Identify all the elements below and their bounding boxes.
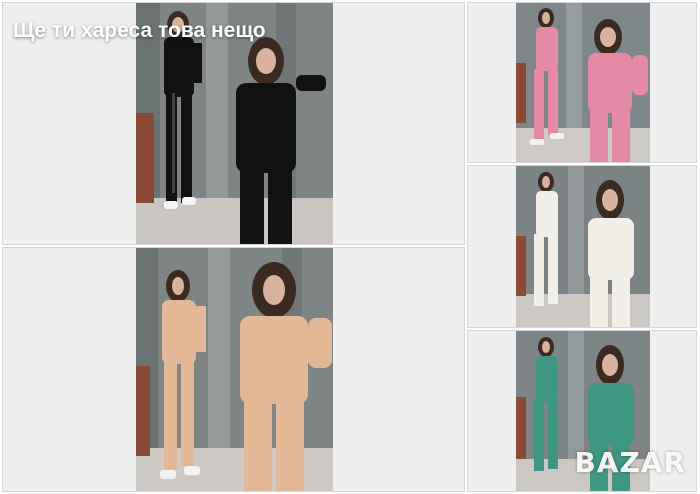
photo-white-tracksuit: [516, 166, 650, 327]
gallery-caption: Ще ти хареса това нещо: [13, 19, 266, 42]
photo-image: [516, 3, 650, 162]
gallery-photo-white[interactable]: [467, 165, 697, 328]
photo-image: [136, 248, 333, 491]
photo-image: [516, 166, 650, 327]
gallery-photo-green[interactable]: BAZAR: [467, 330, 697, 492]
photo-beige-tracksuit: [136, 248, 333, 491]
gallery-photo-black[interactable]: Ще ти хареса това нещо: [2, 2, 465, 245]
gallery-photo-beige[interactable]: [2, 247, 465, 492]
photo-pink-tracksuit: [516, 3, 650, 162]
bazar-watermark: BAZAR: [574, 446, 686, 479]
gallery-photo-pink[interactable]: [467, 2, 697, 163]
photo-gallery: Ще ти хареса това нещо BAZAR: [0, 0, 700, 494]
